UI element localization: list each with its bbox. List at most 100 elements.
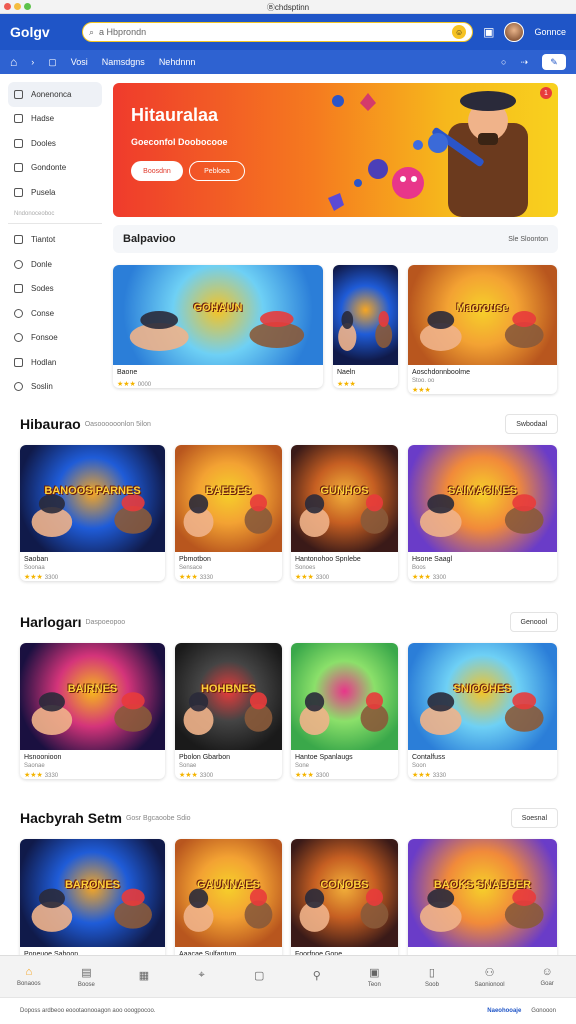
game-card[interactable]: Maorouse Aoschdonnboolme Stoo. oo ★★★ <box>408 265 557 394</box>
bottom-nav: ⌂ Bonaoos ▤ Boose ▦ ⌖ ▢ ⚲ ▣ Teon ▯ Soob ⚇ Saonionool ☺… <box>0 955 576 997</box>
sidebar-item-9[interactable]: Fonsoe <box>8 326 102 351</box>
section-see-all-button[interactable]: Swbodaal <box>505 414 558 434</box>
game-thumbnail: HOHBNES <box>175 643 282 750</box>
sidebar-item-label: Soslin <box>31 382 53 392</box>
bottom-nav-item[interactable]: ⌖ <box>180 969 224 985</box>
search-input[interactable]: a Hbprondn <box>99 27 447 37</box>
game-card[interactable]: Naeln ★★★ <box>333 265 398 388</box>
bottom-nav-item[interactable]: ▢ <box>237 969 281 985</box>
sidebar-item-0[interactable]: Aonenonca <box>8 82 102 107</box>
bottom-nav-item[interactable]: ▯ Soob <box>410 966 454 988</box>
game-card[interactable]: BARONESPoneuoe Saboon★★★ <box>20 839 165 970</box>
game-card[interactable]: BANOOS PARNES Saoban Soonaa ★★★ 3300 <box>20 445 165 581</box>
rating-row: ★★★ 3330 <box>20 769 165 779</box>
game-thumbnail: CONOBS <box>291 839 398 947</box>
featured-see-all-link[interactable]: Sle Sloonton <box>508 236 548 243</box>
game-art-title: SAIMACINES <box>447 484 518 497</box>
game-genre: Sonoes <box>295 565 316 571</box>
notification-icon[interactable]: ▣ <box>483 25 494 39</box>
game-card[interactable]: BAEBES Pbmotbon Sensace ★★★ 3330 <box>175 445 282 581</box>
game-art-title: HOHBNES <box>200 682 256 695</box>
star-icon: ★★★ <box>24 574 45 581</box>
rating-row: ★★★ 0000 <box>113 378 323 388</box>
sidebar-item-1[interactable]: Hadse <box>8 107 102 132</box>
grid-icon <box>14 138 23 148</box>
game-card[interactable]: BAIRNES Hsnoonioon Saonae ★★★ 3330 <box>20 643 165 779</box>
sidebar-item-4[interactable]: Pusela <box>8 180 102 205</box>
brand-logo[interactable]: Golgv <box>10 24 72 40</box>
section-header: Harlogarı Daspoeopoo Genoool <box>20 611 558 633</box>
edit-button[interactable]: ✎ <box>542 54 566 70</box>
section-see-all-button[interactable]: Genoool <box>509 612 558 632</box>
game-card[interactable]: GAUNNAESAaacae Sulfantum★★★ <box>175 839 282 970</box>
game-card[interactable]: CONOBSFoorfnoe Gone★★★ 3300 <box>291 839 398 970</box>
hero-badge[interactable]: 1 <box>540 87 552 99</box>
hero-banner[interactable]: 1 Hitauralaa Goeconfol Doobocooe Boosdnn… <box>113 83 558 217</box>
share-icon[interactable]: ⇢ <box>520 57 528 68</box>
game-art-title: BAIRNES <box>67 682 118 695</box>
game-thumbnail: BANOOS PARNES <box>20 445 165 552</box>
rating-row: ★★★ 3300 <box>408 571 557 581</box>
sidebar-section-label: Nndonoceoboc <box>8 205 102 224</box>
section-header: Hacbyrah Setm Gosr Bgcaoobe Sdio Soesnal <box>20 807 558 829</box>
calendar-icon <box>14 114 23 124</box>
nav-item-1[interactable]: Namsdgns <box>102 57 145 67</box>
avatar[interactable] <box>504 22 525 42</box>
bottom-nav-item[interactable]: ▦ <box>122 969 166 985</box>
nav-item-0[interactable]: Vosi <box>71 57 88 67</box>
section-see-all-button[interactable]: Soesnal <box>510 808 558 828</box>
sidebar-item-7[interactable]: Sodes <box>8 277 102 302</box>
game-card[interactable]: SAIMACINES Hsone Saagl Boos ★★★ 3300 <box>408 445 557 581</box>
chat-icon[interactable]: ○ <box>501 57 506 67</box>
sidebar-item-6[interactable]: Donle <box>8 252 102 277</box>
sidebar-item-label: Hadse <box>31 114 55 124</box>
footer-brand-link[interactable]: Naeohooaje <box>487 1008 521 1014</box>
game-card[interactable]: GUNHOS Hantonohoo Spnlebe Sonoes ★★★ 3300 <box>291 445 398 581</box>
bottom-nav-item[interactable]: ⚲ <box>295 969 339 985</box>
game-title: Pbmotbon <box>179 556 211 563</box>
rating-row: ★★★ 3300 <box>291 769 398 779</box>
nav-item-2[interactable]: Nehdnnn <box>159 57 196 67</box>
game-card[interactable]: SNIOOHES Contalfuss Soon ★★★ 3330 <box>408 643 557 779</box>
sidebar-item-8[interactable]: Conse <box>8 301 102 326</box>
user-name[interactable]: Gonnce <box>534 27 566 37</box>
hero-secondary-button[interactable]: Pebloea <box>189 161 245 181</box>
game-genre: Sone <box>295 763 310 769</box>
bottom-nav-item[interactable]: ⚇ Saonionool <box>468 966 512 988</box>
section-description: Daspoeopoo <box>85 618 126 626</box>
bottom-nav-item[interactable]: ▣ Teon <box>352 966 396 988</box>
bottom-nav-label: Teon <box>367 981 381 988</box>
clock-icon <box>14 382 23 392</box>
game-card[interactable]: Hantoe Spanlaugs Sone ★★★ 3300 <box>291 643 398 779</box>
bottom-nav-item[interactable]: ⌂ Bonaoos <box>7 966 51 987</box>
game-card[interactable]: HOHBNES Pbolon Gbarbon Sonae ★★★ 3300 <box>175 643 282 779</box>
game-card[interactable]: BAOKS SNABBER★★★ 3300 <box>408 839 557 963</box>
bottom-nav-item[interactable]: ▤ Boose <box>64 966 108 988</box>
home-icon <box>14 89 23 99</box>
game-genre: Saonae <box>24 763 45 769</box>
bottom-nav-label: Boose <box>77 981 95 988</box>
sidebar-item-2[interactable]: Dooles <box>8 131 102 156</box>
chevron-right-icon[interactable]: › <box>31 57 34 67</box>
sidebar-item-10[interactable]: Hodlan <box>8 350 102 375</box>
home-icon[interactable]: ⌂ <box>10 55 17 69</box>
rating-count: 0000 <box>137 382 152 388</box>
star-icon: ★★★ <box>179 574 200 581</box>
sidebar-item-label: Dooles <box>31 138 56 148</box>
search-bar[interactable]: ⌕ a Hbprondn ☺ <box>82 22 474 42</box>
game-card[interactable]: GOHAUN Baone ★★★ 0000 <box>113 265 323 388</box>
square-icon[interactable]: ▢ <box>48 57 57 68</box>
search-submit-button[interactable]: ☺ <box>452 25 467 39</box>
sidebar-item-11[interactable]: Soslin <box>8 375 102 400</box>
game-genre: Sensace <box>179 565 203 571</box>
phone-icon: ▯ <box>428 966 435 979</box>
sidebar-item-3[interactable]: Gondonte <box>8 156 102 181</box>
footer-right-link[interactable]: Gonooon <box>531 1008 556 1014</box>
sidebar-item-5[interactable]: Tiantot <box>8 228 102 253</box>
people-icon: ⚇ <box>484 966 495 979</box>
bottom-nav-item[interactable]: ☺ Goar <box>525 966 569 987</box>
rating-count: 3300 <box>44 575 59 581</box>
game-art-title: SNIOOHES <box>453 682 512 695</box>
hero-primary-button[interactable]: Boosdnn <box>131 161 183 181</box>
section-description: Gosr Bgcaoobe Sdio <box>125 814 191 822</box>
